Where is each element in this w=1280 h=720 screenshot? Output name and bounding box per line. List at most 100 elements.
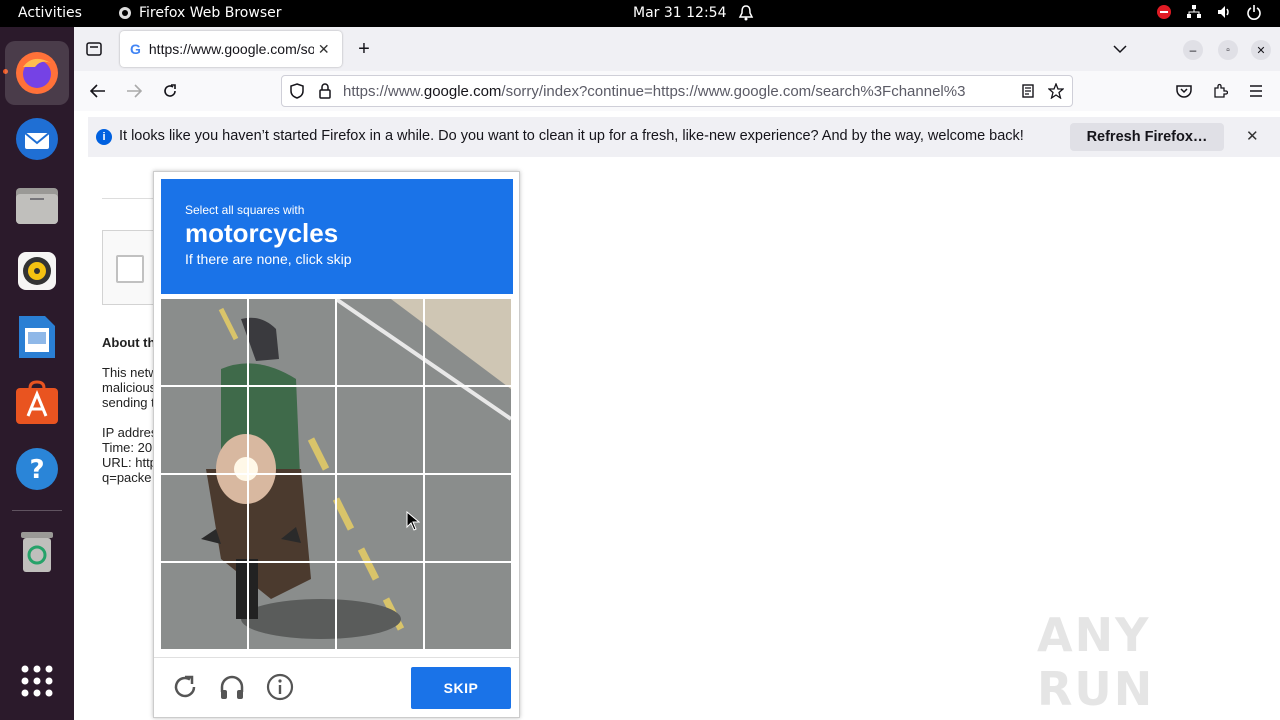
- system-top-bar: Activities Firefox Web Browser Mar 31 12…: [0, 0, 1280, 27]
- clock[interactable]: Mar 31 12:54: [633, 5, 726, 21]
- info-circle-icon[interactable]: [265, 672, 295, 702]
- show-applications[interactable]: [5, 649, 69, 713]
- grid-icon: [21, 665, 53, 697]
- files-icon: [16, 188, 58, 224]
- grid-tile[interactable]: [249, 475, 335, 561]
- challenge-target: motorcycles: [185, 218, 339, 248]
- firefox-icon: [16, 52, 58, 94]
- trash-icon: [21, 532, 53, 572]
- challenge-image-grid: [161, 299, 511, 649]
- shield-icon[interactable]: [288, 82, 306, 100]
- network-icon: [1187, 5, 1201, 18]
- challenge-footer: SKIP: [154, 657, 519, 717]
- recaptcha-checkbox[interactable]: [116, 255, 144, 283]
- dock: ?: [0, 27, 74, 720]
- mouse-cursor-icon: [406, 511, 420, 531]
- dock-files[interactable]: [5, 173, 69, 237]
- bell-icon[interactable]: [738, 4, 754, 26]
- grid-tile[interactable]: [337, 563, 423, 649]
- reload-icon[interactable]: [160, 81, 180, 101]
- pocket-icon[interactable]: [1174, 81, 1194, 101]
- firefox-view-icon[interactable]: [84, 39, 104, 59]
- svg-text:?: ?: [29, 455, 44, 485]
- reader-view-icon[interactable]: [1019, 82, 1037, 100]
- list-tabs-icon[interactable]: [1110, 39, 1130, 59]
- challenge-instruction: Select all squares with: [185, 203, 305, 217]
- notification-message: It looks like you haven’t started Firefo…: [119, 128, 1024, 144]
- skip-button[interactable]: SKIP: [411, 667, 511, 709]
- app-name: Firefox Web Browser: [139, 5, 282, 21]
- maximize-icon[interactable]: ▫: [1218, 40, 1238, 60]
- back-icon[interactable]: [88, 81, 108, 101]
- hamburger-menu-icon[interactable]: [1246, 81, 1266, 101]
- dock-firefox[interactable]: [5, 41, 69, 105]
- tab-google-sorry[interactable]: G https://www.google.com/sorry/index?con…: [120, 31, 342, 67]
- minimize-icon[interactable]: –: [1183, 40, 1203, 60]
- info-icon: i: [96, 129, 112, 145]
- notification-bar: i It looks like you haven’t started Fire…: [88, 117, 1280, 157]
- tab-title: https://www.google.com/sorry/index?conti…: [148, 41, 314, 57]
- grid-tile[interactable]: [425, 387, 511, 473]
- bookmark-star-icon[interactable]: [1047, 82, 1065, 100]
- notification-close-icon[interactable]: ✕: [1246, 127, 1259, 145]
- dock-software[interactable]: [5, 371, 69, 435]
- url-path: /sorry/index?continue=https://www.google…: [501, 82, 966, 100]
- firefox-small-icon: [119, 7, 131, 19]
- grid-tile[interactable]: [161, 475, 247, 561]
- challenge-header: Select all squares with motorcycles If t…: [161, 179, 513, 294]
- grid-tile[interactable]: [249, 299, 335, 385]
- watermark-text: ANY RUN: [1037, 608, 1155, 716]
- grid-tile[interactable]: [425, 563, 511, 649]
- grid-tile[interactable]: [425, 475, 511, 561]
- page-content: About th This netw malicious sending t I…: [74, 160, 1280, 720]
- grid-tile[interactable]: [249, 563, 335, 649]
- refresh-firefox-button[interactable]: Refresh Firefox…: [1070, 123, 1224, 151]
- grid-tile[interactable]: [337, 299, 423, 385]
- headphones-icon[interactable]: [217, 672, 247, 702]
- libreoffice-writer-icon: [19, 316, 55, 358]
- ip-address-line: IP addres: [102, 425, 158, 440]
- extensions-icon[interactable]: [1210, 81, 1230, 101]
- anyrun-watermark: ANY RUN: [1037, 608, 1280, 716]
- forward-icon[interactable]: [124, 81, 144, 101]
- query-line: q=packe: [102, 470, 152, 485]
- url-text: https://www.google.com/sorry/index?conti…: [343, 83, 1013, 100]
- lock-icon[interactable]: [316, 82, 334, 100]
- grid-tile[interactable]: [425, 299, 511, 385]
- grid-tile[interactable]: [161, 563, 247, 649]
- google-favicon-icon: G: [130, 41, 141, 57]
- url-line: URL: http: [102, 455, 157, 470]
- window-close-icon[interactable]: ✕: [1251, 40, 1271, 60]
- system-tray[interactable]: [1156, 4, 1262, 20]
- thunderbird-icon: [16, 118, 58, 160]
- dock-separator: [12, 510, 62, 511]
- dock-rhythmbox[interactable]: [5, 239, 69, 303]
- activities-button[interactable]: Activities: [18, 5, 82, 21]
- recaptcha-challenge: Select all squares with motorcycles If t…: [153, 171, 520, 718]
- grid-tile[interactable]: [161, 299, 247, 385]
- help-icon: ?: [16, 448, 58, 490]
- url-prefix: https://www.: [343, 82, 424, 100]
- dock-help[interactable]: ?: [5, 437, 69, 501]
- grid-tile[interactable]: [161, 387, 247, 473]
- volume-icon: [1218, 6, 1229, 18]
- grid-tile[interactable]: [337, 387, 423, 473]
- page-text-line: malicious: [102, 380, 157, 395]
- challenge-hint: If there are none, click skip: [185, 251, 352, 267]
- url-domain: google.com: [423, 82, 502, 100]
- grid-tile[interactable]: [249, 387, 335, 473]
- dock-writer[interactable]: [5, 305, 69, 369]
- page-text-line: sending t: [102, 395, 155, 410]
- tab-bar: G https://www.google.com/sorry/index?con…: [74, 27, 1280, 71]
- do-not-disturb-icon: [1157, 5, 1171, 19]
- reload-challenge-icon[interactable]: [170, 672, 200, 702]
- page-text-line: This netw: [102, 365, 158, 380]
- url-bar[interactable]: https://www.google.com/sorry/index?conti…: [281, 75, 1073, 107]
- tab-close-icon[interactable]: ✕: [318, 41, 330, 58]
- new-tab-icon[interactable]: +: [354, 38, 374, 60]
- app-menu[interactable]: Firefox Web Browser: [118, 5, 282, 21]
- dock-trash[interactable]: [5, 519, 69, 583]
- time-line: Time: 20: [102, 440, 153, 455]
- dock-thunderbird[interactable]: [5, 107, 69, 171]
- navigation-toolbar: https://www.google.com/sorry/index?conti…: [74, 71, 1280, 111]
